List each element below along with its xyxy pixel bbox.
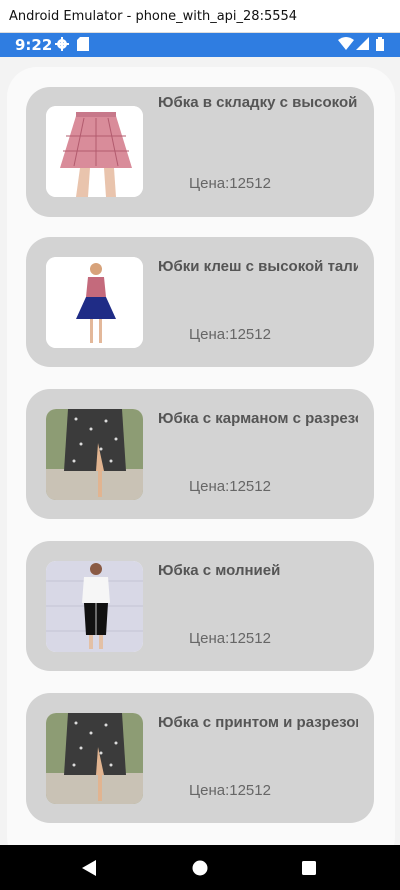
product-title: Юбка с молнией bbox=[158, 562, 281, 579]
product-title: Юбка в складку с высокой талией bbox=[158, 94, 358, 111]
product-card[interactable]: Юбка с молнией Цена:12512 bbox=[26, 541, 374, 671]
home-icon[interactable] bbox=[192, 860, 208, 881]
status-time: 9:22 bbox=[15, 36, 53, 54]
product-title: Юбки клеш с высокой талией bbox=[158, 258, 358, 275]
product-image bbox=[46, 713, 143, 804]
recents-icon[interactable] bbox=[302, 861, 316, 880]
product-title: Юбка с карманом с разрезом bbox=[158, 410, 358, 427]
product-price: Цена:12512 bbox=[189, 782, 271, 799]
product-image bbox=[46, 257, 143, 348]
navigation-bar bbox=[0, 845, 400, 890]
emulator-title-bar: Android Emulator - phone_with_api_28:555… bbox=[0, 0, 400, 33]
wifi-icon bbox=[338, 37, 354, 55]
window-title: Android Emulator - phone_with_api_28:555… bbox=[9, 9, 298, 24]
product-title: Юбка с принтом и разрезом bbox=[158, 714, 358, 731]
status-bar: 9:22 bbox=[0, 33, 400, 57]
product-image bbox=[46, 409, 143, 500]
product-card[interactable]: Юбка с карманом с разрезом Цена:12512 bbox=[26, 389, 374, 519]
product-list-sheet[interactable]: Юбка в складку с высокой талией Цена:125… bbox=[7, 67, 395, 845]
sim-card-icon bbox=[77, 37, 89, 56]
product-card[interactable]: Юбка в складку с высокой талией Цена:125… bbox=[26, 87, 374, 217]
product-image bbox=[46, 106, 143, 197]
app-screen: Юбка в складку с высокой талией Цена:125… bbox=[0, 57, 400, 845]
product-image bbox=[46, 561, 143, 652]
product-price: Цена:12512 bbox=[189, 478, 271, 495]
product-card[interactable]: Юбка с принтом и разрезом Цена:12512 bbox=[26, 693, 374, 823]
signal-icon bbox=[356, 37, 369, 55]
product-price: Цена:12512 bbox=[189, 175, 271, 192]
product-price: Цена:12512 bbox=[189, 630, 271, 647]
battery-icon bbox=[376, 37, 384, 56]
product-card[interactable]: Юбки клеш с высокой талией Цена:12512 bbox=[26, 237, 374, 367]
back-icon[interactable] bbox=[82, 860, 96, 881]
gear-icon bbox=[55, 37, 69, 56]
product-price: Цена:12512 bbox=[189, 326, 271, 343]
